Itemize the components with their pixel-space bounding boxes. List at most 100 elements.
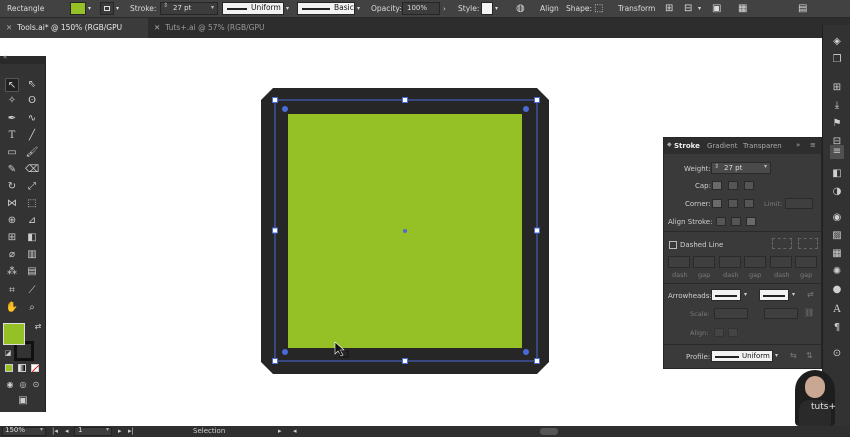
paragraph-panel-icon[interactable]: ¶ xyxy=(830,321,844,335)
round-join-icon[interactable] xyxy=(728,199,738,208)
eyedropper-tool-icon[interactable]: ⌀ xyxy=(5,248,19,262)
expand-icon[interactable]: » xyxy=(796,141,800,149)
butt-cap-icon[interactable] xyxy=(712,181,722,190)
chevron-down-icon[interactable]: ▾ xyxy=(116,0,119,18)
tab-tuts-ai[interactable]: ✕Tuts+.ai @ 57% (RGB/GPU Preview) xyxy=(148,18,298,52)
panel-menu-icon[interactable]: ≡ xyxy=(810,141,816,149)
slice-tool-icon[interactable]: ⟋ xyxy=(25,284,39,298)
stepper-icon[interactable]: ⇕ xyxy=(714,163,719,170)
dash-field[interactable] xyxy=(770,256,792,268)
horizontal-scrollbar-thumb[interactable] xyxy=(540,428,558,435)
asset-export-icon[interactable]: ⤓ xyxy=(830,99,844,113)
rectangle-tool-icon[interactable]: ▭ xyxy=(5,146,19,160)
dashed-line-checkbox[interactable] xyxy=(669,241,677,249)
profile-dropdown[interactable]: Uniform xyxy=(711,350,773,362)
gradient-panel-icon[interactable]: ◧ xyxy=(830,167,844,181)
collapse-icon[interactable]: « xyxy=(3,53,7,61)
align-stroke-center-icon[interactable] xyxy=(716,217,726,226)
scale-tool-icon[interactable]: ⤢ xyxy=(25,180,39,194)
stroke-weight-field[interactable]: ⇕ 27 pt ▾ xyxy=(160,2,218,15)
hand-tool-icon[interactable]: ✋ xyxy=(5,301,19,315)
swap-arrowheads-icon[interactable]: ⇄ xyxy=(807,290,814,299)
pen-tool-icon[interactable]: ✒ xyxy=(5,112,19,126)
align-stroke-outside-icon[interactable] xyxy=(746,217,756,226)
screen-mode-icon[interactable]: ▣ xyxy=(16,394,30,408)
gradient-mode-icon[interactable] xyxy=(18,364,26,372)
shape-builder-tool-icon[interactable]: ⊕ xyxy=(5,214,19,228)
chevron-down-icon[interactable]: ▾ xyxy=(698,0,701,18)
stroke-panel-icon[interactable]: ≡ xyxy=(830,145,844,159)
round-cap-icon[interactable] xyxy=(728,181,738,190)
start-arrowhead-dropdown[interactable] xyxy=(711,289,741,301)
chevron-down-icon[interactable]: ▾ xyxy=(88,0,91,18)
last-artboard-icon[interactable]: ▸| xyxy=(128,426,134,437)
toolbox-header[interactable]: « xyxy=(0,53,46,64)
projecting-cap-icon[interactable] xyxy=(744,181,754,190)
link-scale-icon[interactable]: ⛓ xyxy=(804,308,814,317)
mesh-tool-icon[interactable]: ⊞ xyxy=(5,231,19,245)
arrow-tip-place-icon[interactable] xyxy=(728,328,738,337)
panel-menu-icon[interactable]: ▤ xyxy=(798,0,807,18)
flip-along-icon[interactable]: ⇆ xyxy=(790,351,797,360)
align-icon[interactable]: ⊞ xyxy=(665,0,673,18)
magic-wand-tool-icon[interactable]: ✧ xyxy=(5,94,19,108)
navigator-panel-icon[interactable]: ⊙ xyxy=(830,347,844,361)
shaper-tool-icon[interactable]: ✎ xyxy=(5,163,19,177)
tab-transparency[interactable]: Transparen xyxy=(743,142,782,150)
character-panel-icon[interactable]: A xyxy=(830,303,844,317)
end-arrowhead-dropdown[interactable] xyxy=(759,289,789,301)
chevron-down-icon[interactable]: ▾ xyxy=(764,163,767,170)
brush-definition-dropdown[interactable]: Basic xyxy=(297,2,355,15)
zoom-dropdown[interactable]: 150% ▾ xyxy=(2,426,46,436)
flip-across-icon[interactable]: ⇅ xyxy=(806,351,813,360)
appearance-panel-icon[interactable]: ◉ xyxy=(830,211,844,225)
transparency-panel-icon[interactable]: ◑ xyxy=(830,185,844,199)
tab-gradient[interactable]: Gradient xyxy=(707,142,737,150)
variable-width-profile-dropdown[interactable]: Uniform xyxy=(222,2,284,15)
shape-icon[interactable]: ⬚ xyxy=(594,0,603,18)
previous-artboard-icon[interactable]: ◂ xyxy=(65,426,69,437)
color-mode-icon[interactable] xyxy=(5,364,13,372)
type-tool-icon[interactable]: T xyxy=(5,129,19,143)
lasso-tool-icon[interactable]: ʘ xyxy=(25,94,39,108)
libraries-panel-icon[interactable]: ⊞ xyxy=(830,81,844,95)
artboard-navigation-field[interactable]: 1 ▾ xyxy=(74,426,112,436)
default-colors-icon[interactable]: ◪ xyxy=(1,346,15,360)
chevron-down-icon[interactable]: ▾ xyxy=(744,291,747,298)
symbols-panel-icon[interactable]: ● xyxy=(830,283,844,297)
end-scale-field[interactable] xyxy=(764,308,798,319)
graphic-styles-icon[interactable]: ▨ xyxy=(830,229,844,243)
limit-field[interactable] xyxy=(785,198,813,209)
weight-field[interactable]: ⇕ 27 pt ▾ xyxy=(711,162,771,174)
artboards-panel-icon[interactable]: ❐ xyxy=(830,53,844,67)
paintbrush-tool-icon[interactable]: 🖌 xyxy=(25,146,39,160)
width-tool-icon[interactable]: ⋈ xyxy=(5,197,19,211)
draw-inside-icon[interactable]: ⊙ xyxy=(29,378,43,392)
selection-tool-icon[interactable]: ↖ xyxy=(5,78,19,92)
tab-tools-ai[interactable]: ✕Tools.ai* @ 150% (RGB/GPU Preview) xyxy=(0,18,148,52)
next-artboard-icon[interactable]: ▸ xyxy=(118,426,122,437)
distribute-icon[interactable]: ⊟ xyxy=(684,0,692,18)
scroll-left-icon[interactable]: ◂ xyxy=(293,426,297,437)
close-icon[interactable]: ✕ xyxy=(154,23,160,32)
chevron-down-icon[interactable]: ▾ xyxy=(792,291,795,298)
arrange-documents-icon[interactable]: ▦ xyxy=(738,0,747,18)
chevron-down-icon[interactable]: ▾ xyxy=(775,352,778,359)
start-scale-field[interactable] xyxy=(714,308,748,319)
align-stroke-inside-icon[interactable] xyxy=(731,217,741,226)
fill-swatch[interactable] xyxy=(70,2,86,15)
line-tool-icon[interactable]: ╱ xyxy=(25,129,39,143)
artboard-tool-icon[interactable]: ⌗ xyxy=(5,284,19,298)
curvature-tool-icon[interactable]: ∿ xyxy=(25,112,39,126)
recolor-artwork-icon[interactable]: ◍ xyxy=(516,0,525,18)
dash-preserve-icon[interactable] xyxy=(772,238,792,249)
gradient-tool-icon[interactable]: ◧ xyxy=(25,231,39,245)
zoom-tool-icon[interactable]: ⌕ xyxy=(25,301,39,315)
dash-field[interactable] xyxy=(719,256,741,268)
chevron-down-icon[interactable]: ▾ xyxy=(495,0,498,18)
isolate-icon[interactable]: ▣ xyxy=(712,0,721,18)
status-menu-icon[interactable]: ▸ xyxy=(278,426,282,437)
eraser-tool-icon[interactable]: ⌫ xyxy=(25,163,39,177)
chevron-down-icon[interactable]: ▾ xyxy=(40,426,43,433)
brushes-panel-icon[interactable]: ✺ xyxy=(830,265,844,279)
